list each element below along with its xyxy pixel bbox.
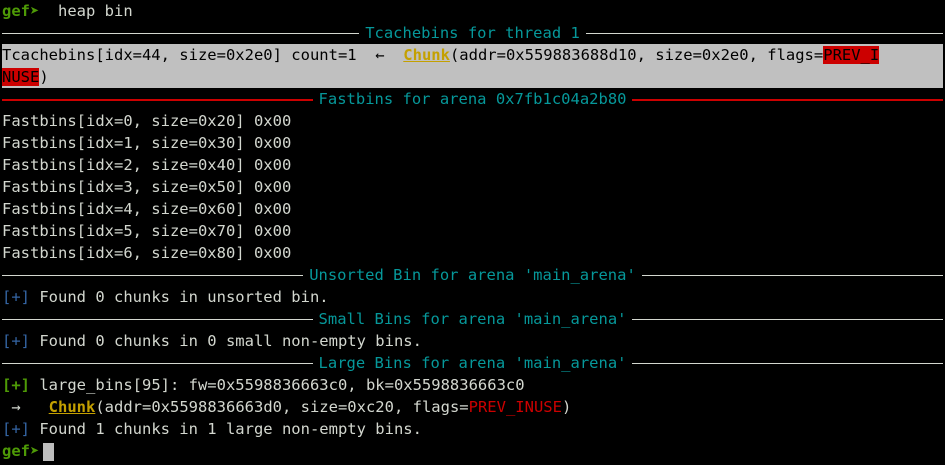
fastbin-row: Fastbins[idx=3, size=0x50] 0x00 bbox=[2, 178, 292, 196]
fastbin-row: Fastbins[idx=6, size=0x80] 0x00 bbox=[2, 244, 292, 262]
command-line: gef➤ heap bin bbox=[2, 0, 943, 22]
fastbins-header-title: Fastbins for arena 0x7fb1c04a2b80 bbox=[318, 90, 627, 108]
tcache-chunk-label: Chunk bbox=[403, 46, 450, 64]
large-chunk-end: ) bbox=[561, 398, 572, 416]
command-text: heap bin bbox=[39, 2, 133, 20]
tcache-flag-part1: PREV_I bbox=[823, 46, 880, 64]
fastbin-row: Fastbins[idx=5, size=0x70] 0x00 bbox=[2, 222, 292, 240]
fastbin-row: Fastbins[idx=4, size=0x60] 0x00 bbox=[2, 200, 292, 218]
large-chunk-mid: (addr=0x5598836663d0, size=0xc20, flags= bbox=[95, 398, 469, 416]
fastbins-header: Fastbins for arena 0x7fb1c04a2b80 bbox=[2, 88, 943, 110]
prompt-line[interactable]: gef➤ bbox=[2, 440, 943, 462]
large-chunk-label: Chunk bbox=[48, 398, 96, 416]
unsorted-text: Found 0 chunks in unsorted bin. bbox=[30, 288, 329, 306]
large-header-title: Large Bins for arena 'main_arena' bbox=[318, 354, 627, 372]
prompt-label: gef➤ bbox=[2, 442, 40, 460]
tcache-end: ) bbox=[39, 68, 49, 86]
large-found-text: Found 1 chunks in 1 large non-empty bins… bbox=[30, 420, 422, 438]
info-marker: [+] bbox=[2, 288, 30, 306]
small-result: [+] Found 0 chunks in 0 small non-empty … bbox=[2, 330, 943, 352]
large-chunk-line: → Chunk(addr=0x5598836663d0, size=0xc20,… bbox=[2, 396, 943, 418]
arrow-icon: → bbox=[2, 398, 49, 416]
unsorted-result: [+] Found 0 chunks in unsorted bin. bbox=[2, 286, 943, 308]
tcache-header-title: Tcachebins for thread 1 bbox=[365, 24, 580, 42]
tcache-header: Tcachebins for thread 1 bbox=[2, 22, 943, 44]
fastbin-row: Fastbins[idx=2, size=0x40] 0x00 bbox=[2, 156, 292, 174]
small-text: Found 0 chunks in 0 small non-empty bins… bbox=[30, 332, 422, 350]
info-marker: [+] bbox=[2, 332, 30, 350]
unsorted-header-title: Unsorted Bin for arena 'main_arena' bbox=[309, 266, 636, 284]
tcache-flag-part2: NUSE bbox=[2, 68, 40, 86]
info-marker: [+] bbox=[2, 420, 30, 438]
fastbin-row: Fastbins[idx=1, size=0x30] 0x00 bbox=[2, 134, 292, 152]
tcache-mid: (addr=0x559883688d10, size=0x2e0, flags= bbox=[449, 46, 824, 64]
tcache-prefix: Tcachebins[idx=44, size=0x2e0] count=1 ← bbox=[2, 46, 404, 64]
large-header: Large Bins for arena 'main_arena' bbox=[2, 352, 943, 374]
large-result: [+] Found 1 chunks in 1 large non-empty … bbox=[2, 418, 943, 440]
large-bins-text: large_bins[95]: fw=0x5598836663c0, bk=0x… bbox=[30, 376, 525, 394]
cursor bbox=[43, 442, 55, 461]
large-chunk-flag: PREV_INUSE bbox=[468, 398, 562, 416]
prompt-label: gef➤ bbox=[2, 2, 40, 20]
small-header-title: Small Bins for arena 'main_arena' bbox=[318, 310, 627, 328]
fastbin-row: Fastbins[idx=0, size=0x20] 0x00 bbox=[2, 112, 292, 130]
tcache-entry: Tcachebins[idx=44, size=0x2e0] count=1 ←… bbox=[2, 44, 943, 88]
terminal[interactable]: gef➤ heap bin Tcachebins for thread 1 Tc… bbox=[0, 0, 945, 462]
fastbins-list: Fastbins[idx=0, size=0x20] 0x00 Fastbins… bbox=[2, 110, 943, 264]
success-marker: [+] bbox=[2, 376, 30, 394]
small-header: Small Bins for arena 'main_arena' bbox=[2, 308, 943, 330]
large-bins-line: [+] large_bins[95]: fw=0x5598836663c0, b… bbox=[2, 374, 943, 396]
unsorted-header: Unsorted Bin for arena 'main_arena' bbox=[2, 264, 943, 286]
